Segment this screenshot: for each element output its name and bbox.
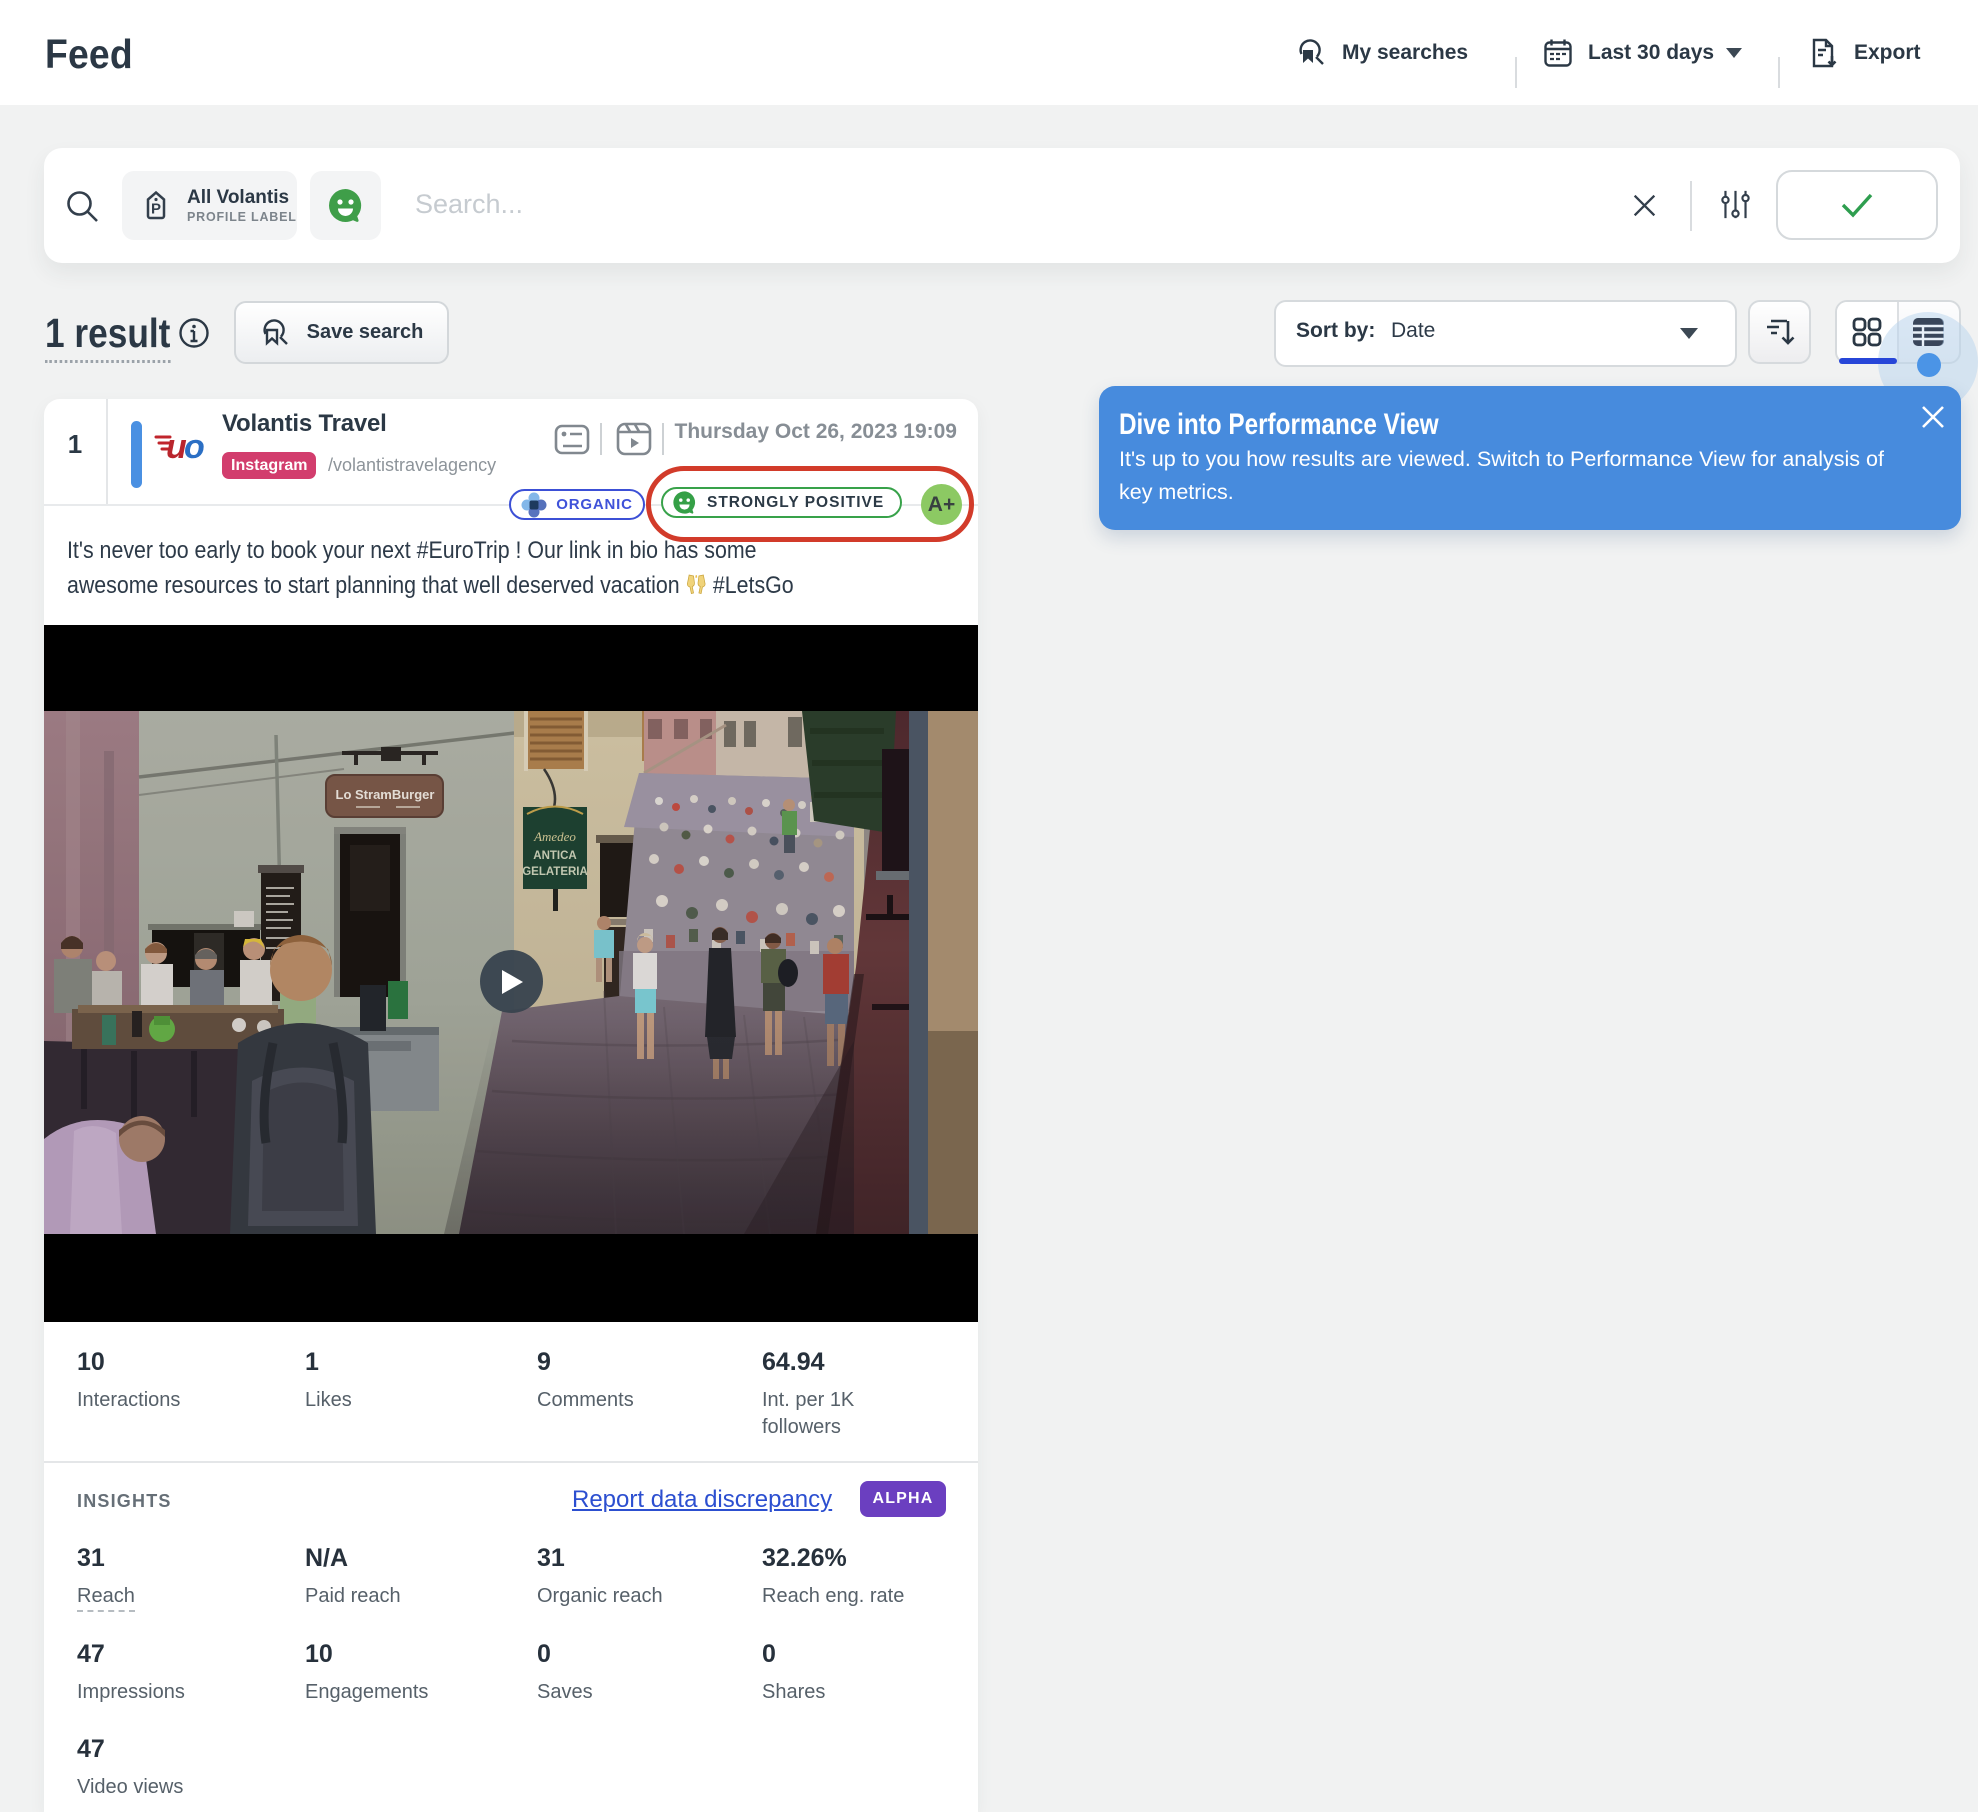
svg-text:o: o: [184, 428, 205, 466]
svg-text:P: P: [151, 200, 161, 217]
